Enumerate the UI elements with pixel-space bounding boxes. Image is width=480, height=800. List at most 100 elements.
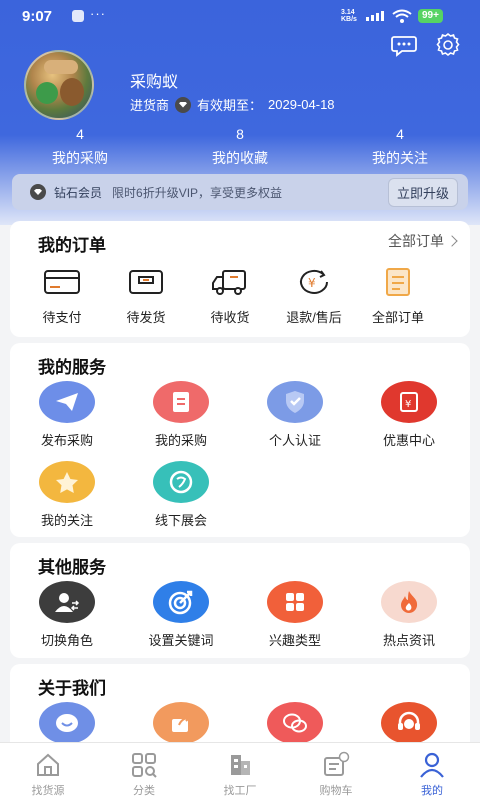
- notification-icon: [72, 10, 84, 22]
- stat-label: 我的采购: [52, 150, 108, 166]
- about-item-share[interactable]: [124, 702, 238, 744]
- globe-icon: [153, 461, 209, 503]
- service-interest-types[interactable]: 兴趣类型: [238, 581, 352, 649]
- header-actions: [390, 31, 462, 59]
- profile-icon: [420, 752, 444, 778]
- vip-banner: 钻石会员 限时6折升级VIP，享受更多权益 立即升级: [12, 174, 468, 210]
- home-icon: [37, 753, 59, 776]
- status-more-dots: ···: [90, 6, 106, 21]
- order-label: 全部订单: [371, 310, 424, 325]
- order-label: 待支付: [42, 310, 82, 325]
- bottom-tab-bar: 找货源 分类 找工厂 购物车 我的: [0, 742, 480, 800]
- truck-icon: [212, 270, 246, 295]
- service-label: 热点资讯: [382, 633, 435, 648]
- order-label: 待发货: [126, 310, 166, 325]
- wechat-icon: [267, 702, 323, 744]
- tab-cart[interactable]: 购物车: [288, 743, 384, 800]
- svg-text:¥: ¥: [308, 276, 316, 290]
- signal-icon: [366, 11, 384, 21]
- diamond-icon: [30, 184, 46, 200]
- status-bar: 9:07 ··· 3.14 KB/s 99+: [0, 0, 480, 34]
- avatar[interactable]: [24, 50, 94, 120]
- orders-title: 我的订单: [38, 236, 106, 255]
- profile-stats: 4 我的采购 8 我的收藏 4 我的关注: [0, 126, 480, 168]
- stat-my-purchases[interactable]: 4 我的采购: [0, 126, 160, 168]
- stat-label: 我的收藏: [212, 150, 268, 166]
- about-title: 关于我们: [38, 679, 106, 698]
- document-icon: [153, 381, 209, 423]
- switch-user-icon: [39, 581, 95, 623]
- tab-mine[interactable]: 我的: [384, 743, 480, 800]
- star-icon: [39, 461, 95, 503]
- stat-value: 4: [76, 126, 84, 142]
- validity-label: 有效期至：: [197, 98, 263, 113]
- smile-chat-icon: [39, 702, 95, 744]
- coupon-icon: ¥: [381, 381, 437, 423]
- order-label: 退款/售后: [286, 310, 342, 325]
- user-name: 采购蚁: [130, 74, 179, 91]
- order-refund[interactable]: ¥ 退款/售后: [272, 267, 356, 326]
- user-meta: 进货商 有效期至： 2029-04-18: [130, 95, 335, 114]
- service-label: 优惠中心: [382, 433, 435, 448]
- service-set-keywords[interactable]: 设置关键词: [124, 581, 238, 649]
- user-role: 进货商: [130, 98, 170, 113]
- settings-icon[interactable]: [434, 31, 462, 59]
- stat-value: 8: [236, 126, 244, 142]
- message-icon[interactable]: [390, 31, 418, 59]
- tab-category[interactable]: 分类: [96, 743, 192, 800]
- paper-plane-icon: [39, 381, 95, 423]
- share-icon: [153, 702, 209, 744]
- about-item-wechat[interactable]: [238, 702, 352, 744]
- tab-find-factory[interactable]: 找工厂: [192, 743, 288, 800]
- tab-label: 找工厂: [223, 785, 257, 797]
- apps-grid-icon: [267, 581, 323, 623]
- services-grid: 发布采购 我的采购 个人认证 ¥ 优惠中心 我的关注 线下展会: [10, 381, 470, 529]
- network-speed: 3.14 KB/s: [341, 9, 357, 23]
- service-label: 个人认证: [268, 433, 321, 448]
- service-verification[interactable]: 个人认证: [238, 381, 352, 449]
- service-offline-exhibition[interactable]: 线下展会: [124, 461, 238, 529]
- upgrade-button[interactable]: 立即升级: [387, 177, 458, 207]
- service-label: 线下展会: [154, 513, 207, 528]
- all-orders-link[interactable]: 全部订单: [388, 231, 458, 251]
- service-hot-news[interactable]: 热点资讯: [352, 581, 466, 649]
- order-pending-shipment[interactable]: 待发货: [104, 267, 188, 326]
- stat-label: 我的关注: [372, 150, 428, 166]
- stat-my-follows[interactable]: 4 我的关注: [320, 126, 480, 168]
- tab-label: 购物车: [319, 785, 353, 797]
- stat-my-favorites[interactable]: 8 我的收藏: [160, 126, 320, 168]
- stat-value: 4: [396, 126, 404, 142]
- factory-icon: [231, 755, 250, 775]
- service-publish-purchase[interactable]: 发布采购: [10, 381, 124, 449]
- about-item-customer-service[interactable]: [352, 702, 466, 744]
- status-time: 9:07: [22, 8, 53, 25]
- orders-list-icon: [386, 268, 410, 296]
- other-services-grid: 切换角色 设置关键词 兴趣类型 热点资讯: [10, 581, 470, 649]
- target-icon: [153, 581, 209, 623]
- service-label: 我的关注: [40, 513, 93, 528]
- category-icon: [132, 753, 157, 778]
- flame-icon: [381, 581, 437, 623]
- all-orders-label: 全部订单: [388, 233, 444, 249]
- service-label: 设置关键词: [148, 633, 214, 648]
- tab-find-goods[interactable]: 找货源: [0, 743, 96, 800]
- about-grid: [10, 702, 470, 744]
- cart-icon: [324, 751, 350, 776]
- services-title: 我的服务: [38, 358, 106, 377]
- service-coupons[interactable]: ¥ 优惠中心: [352, 381, 466, 449]
- wifi-icon: [392, 9, 412, 23]
- other-services-card: 其他服务 切换角色 设置关键词 兴趣类型 热点资讯: [10, 543, 470, 658]
- about-item-service[interactable]: [10, 702, 124, 744]
- service-switch-role[interactable]: 切换角色: [10, 581, 124, 649]
- card-icon: [44, 270, 80, 294]
- service-label: 切换角色: [40, 633, 93, 648]
- tab-label: 我的: [421, 785, 443, 797]
- order-all[interactable]: 全部订单: [356, 267, 440, 326]
- vip-level: 钻石会员: [54, 185, 103, 200]
- service-my-purchases[interactable]: 我的采购: [124, 381, 238, 449]
- order-pending-payment[interactable]: 待支付: [20, 267, 104, 326]
- service-label: 我的采购: [154, 433, 207, 448]
- vip-promo: 限时6折升级VIP，享受更多权益: [112, 185, 283, 200]
- order-pending-receipt[interactable]: 待收货: [188, 267, 272, 326]
- service-my-follows[interactable]: 我的关注: [10, 461, 124, 529]
